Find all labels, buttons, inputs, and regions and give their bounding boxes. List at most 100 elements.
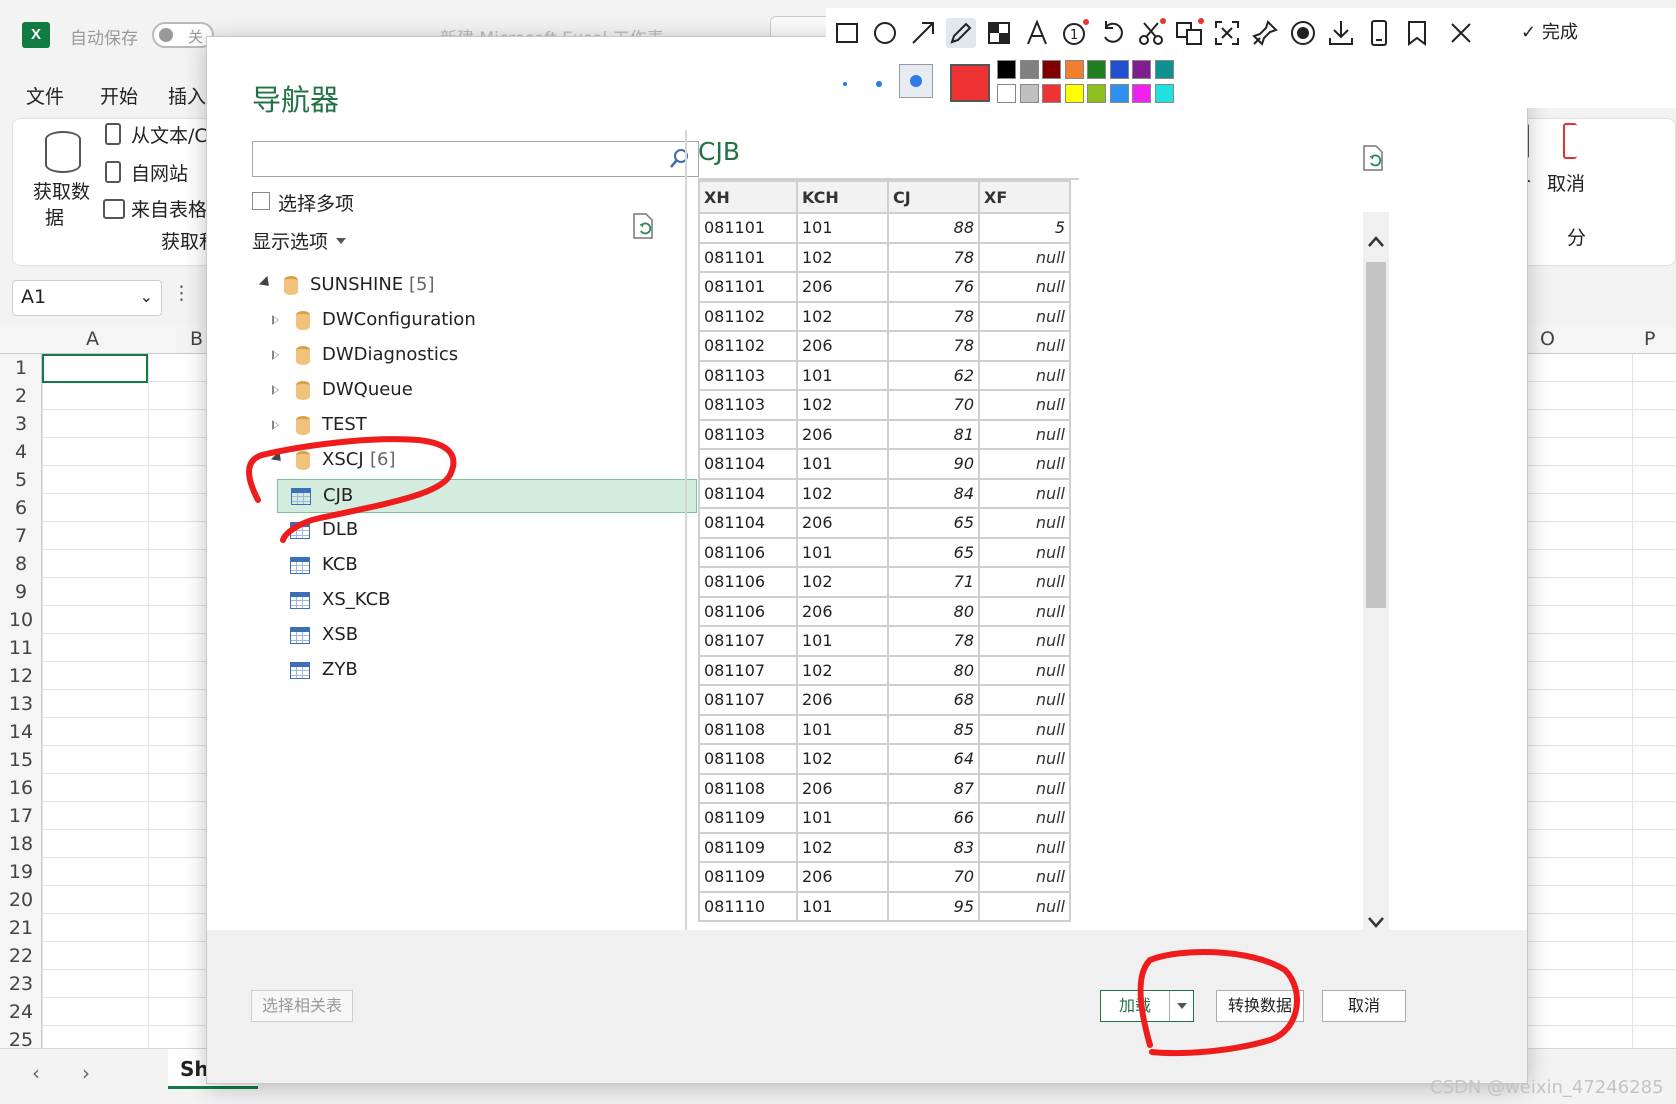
tree-node-xsb[interactable]: XSB (252, 619, 702, 653)
from-table-button[interactable]: 来自表格/ (131, 195, 213, 222)
col-header[interactable]: O (1540, 328, 1555, 350)
transform-data-button[interactable]: 转换数据 (1216, 990, 1304, 1022)
get-data-button[interactable]: 获取数 (33, 177, 90, 204)
row-header[interactable]: 1 (0, 357, 42, 379)
col-header[interactable]: B (190, 328, 203, 350)
undo-icon[interactable] (1098, 18, 1128, 48)
color-swatch[interactable] (997, 60, 1016, 79)
tree-node-dlb[interactable]: DLB (252, 514, 702, 548)
menu-file[interactable]: 文件 (26, 82, 64, 109)
medium-size-dot[interactable] (876, 81, 882, 87)
collapsed-caret-icon[interactable] (272, 419, 280, 431)
tree-node-zyb[interactable]: ZYB (252, 654, 702, 688)
color-swatch[interactable] (1132, 60, 1151, 79)
color-swatch[interactable] (1042, 60, 1061, 79)
rectangle-tool-icon[interactable] (832, 18, 862, 48)
row-header[interactable]: 11 (0, 637, 42, 659)
color-swatch[interactable] (1109, 84, 1129, 103)
col-header[interactable]: P (1644, 328, 1655, 350)
scissors-icon[interactable] (1136, 18, 1166, 48)
row-header[interactable]: 17 (0, 805, 42, 827)
tree-node-test[interactable]: TEST (252, 409, 702, 443)
search-input[interactable] (252, 141, 699, 177)
row-header[interactable]: 6 (0, 497, 42, 519)
done-button[interactable]: ✓ 完成 (1521, 18, 1578, 44)
preview-refresh-icon[interactable] (1362, 145, 1384, 171)
preview-scrollbar[interactable] (1363, 212, 1389, 954)
row-header[interactable]: 9 (0, 581, 42, 603)
row-header[interactable]: 10 (0, 609, 42, 631)
color-swatch[interactable] (1019, 60, 1039, 79)
row-header[interactable]: 16 (0, 777, 42, 799)
color-swatch[interactable] (997, 84, 1016, 103)
color-swatch[interactable] (1019, 84, 1039, 103)
tree-node-dwconfiguration[interactable]: DWConfiguration (252, 304, 702, 338)
display-options-dropdown[interactable]: 显示选项 (252, 227, 347, 254)
row-header[interactable]: 7 (0, 525, 42, 547)
record-icon[interactable] (1288, 18, 1318, 48)
name-box[interactable]: A1 ⌄ (12, 280, 162, 316)
column-header[interactable]: XF (978, 180, 1071, 214)
number-tool-icon[interactable]: 1 (1060, 18, 1090, 48)
color-swatch[interactable] (1132, 84, 1151, 103)
sheet-next-icon[interactable]: › (82, 1061, 90, 1085)
row-header[interactable]: 13 (0, 693, 42, 715)
scroll-thumb[interactable] (1366, 262, 1386, 608)
row-header[interactable]: 19 (0, 861, 42, 883)
row-header[interactable]: 12 (0, 665, 42, 687)
row-header[interactable]: 23 (0, 973, 42, 995)
tree-node-kcb[interactable]: KCB (252, 549, 702, 583)
color-swatch[interactable] (1087, 60, 1106, 79)
row-header[interactable]: 15 (0, 749, 42, 771)
ungroup-button[interactable]: 取消 (1547, 169, 1585, 196)
color-swatch[interactable] (1109, 60, 1129, 79)
chevron-down-icon[interactable]: ⌄ (140, 287, 153, 306)
mosaic-tool-icon[interactable] (984, 18, 1014, 48)
phone-icon[interactable] (1364, 18, 1394, 48)
scroll-down-icon[interactable] (1366, 912, 1386, 932)
tree-node-xscj[interactable]: XSCJ [6] (252, 444, 702, 478)
ocr-icon[interactable] (1212, 18, 1242, 48)
row-header[interactable]: 24 (0, 1001, 42, 1023)
text-tool-icon[interactable] (1022, 18, 1052, 48)
color-swatch[interactable] (1064, 60, 1084, 79)
pencil-tool-icon[interactable] (946, 18, 976, 48)
col-header[interactable]: A (86, 328, 99, 350)
select-related-tables-button[interactable]: 选择相关表 (251, 990, 353, 1022)
color-swatch[interactable] (1154, 84, 1174, 103)
collapsed-caret-icon[interactable] (272, 314, 280, 326)
menu-home[interactable]: 开始 (100, 82, 138, 109)
row-header[interactable]: 3 (0, 413, 42, 435)
autosave-toggle[interactable]: 关 (152, 22, 214, 48)
refresh-icon[interactable] (632, 213, 654, 239)
row-header[interactable]: 20 (0, 889, 42, 911)
pin-icon[interactable] (1250, 18, 1280, 48)
load-dropdown-icon[interactable] (1169, 991, 1193, 1021)
row-header[interactable]: 14 (0, 721, 42, 743)
large-size-option[interactable] (899, 64, 933, 98)
more-icon[interactable]: ⋮ (172, 282, 191, 304)
column-header[interactable]: KCH (796, 180, 889, 214)
tree-node-dwqueue[interactable]: DWQueue (252, 374, 702, 408)
row-header[interactable]: 21 (0, 917, 42, 939)
tree-node-cjb[interactable]: CJB (277, 479, 697, 513)
column-header[interactable]: CJ (887, 180, 980, 214)
row-header[interactable]: 5 (0, 469, 42, 491)
color-swatch[interactable] (1042, 84, 1061, 103)
ellipse-tool-icon[interactable] (870, 18, 900, 48)
column-header[interactable]: XH (698, 180, 798, 214)
cancel-button[interactable]: 取消 (1322, 990, 1406, 1022)
collapsed-caret-icon[interactable] (272, 384, 280, 396)
download-icon[interactable] (1326, 18, 1356, 48)
current-color[interactable] (950, 64, 990, 102)
from-web-button[interactable]: 自网站 (131, 159, 188, 186)
row-header[interactable]: 18 (0, 833, 42, 855)
tree-node-sunshine[interactable]: SUNSHINE [5] (252, 269, 702, 303)
row-header[interactable]: 22 (0, 945, 42, 967)
color-swatch[interactable] (1064, 84, 1084, 103)
load-button[interactable]: 加载 (1100, 990, 1194, 1022)
row-header[interactable]: 8 (0, 553, 42, 575)
collapsed-caret-icon[interactable] (272, 349, 280, 361)
cancel-snip-icon[interactable] (1446, 18, 1476, 48)
color-swatch[interactable] (1087, 84, 1106, 103)
